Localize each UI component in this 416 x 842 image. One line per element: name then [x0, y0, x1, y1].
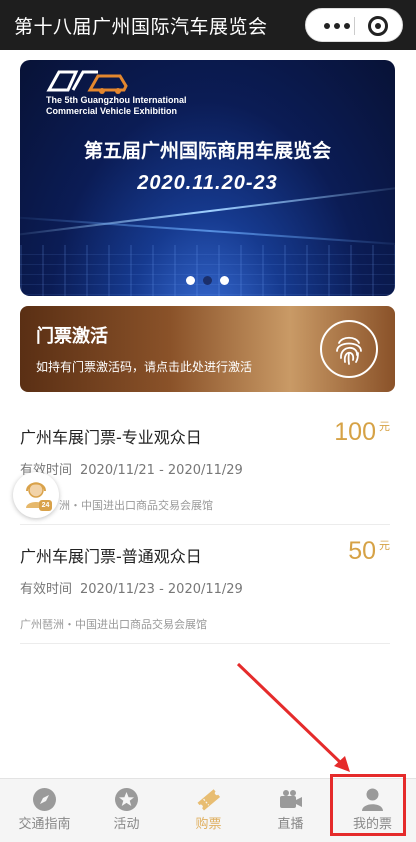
close-miniprogram-icon[interactable] — [368, 16, 388, 36]
tab-activities[interactable]: 活动 — [85, 779, 168, 842]
ticket-icon — [197, 789, 221, 811]
carousel-dot[interactable] — [220, 276, 229, 285]
ticket-valid-period: 有效时间 2020/11/21 - 2020/11/29 — [20, 463, 243, 478]
service-hours-badge: 24 — [39, 500, 52, 511]
divider — [20, 524, 390, 525]
tab-buy-tickets[interactable]: 购票 — [167, 779, 250, 842]
ticket-location: 洲・中国进出口商品交易会展馆 — [59, 499, 213, 512]
video-icon — [280, 790, 302, 808]
carousel-dot[interactable] — [186, 276, 195, 285]
banner-chinese-title: 第五届广州国际商用车展览会 — [83, 140, 331, 162]
banner-english-title: The 5th Guangzhou International Commerci… — [46, 95, 187, 116]
ticket-price: 100 元 — [334, 418, 390, 446]
page-title: 第十八届广州国际汽车展览会 — [14, 16, 268, 38]
annotation-highlight-box — [330, 774, 406, 836]
carousel-dot[interactable] — [203, 276, 212, 285]
activation-description: 如持有门票激活码，请点击此处进行激活 — [36, 360, 253, 374]
activation-title: 门票激活 — [36, 326, 108, 347]
divider — [20, 643, 390, 644]
banner-date: 2020.11.20-23 — [137, 172, 278, 194]
fingerprint-icon — [320, 320, 378, 378]
compass-icon — [33, 788, 56, 811]
capsule-divider — [354, 17, 355, 35]
tab-traffic-guide[interactable]: 交通指南 — [3, 779, 86, 842]
miniprogram-capsule — [305, 8, 403, 42]
ticket-item[interactable]: 广州车展门票-专业观众日 100 元 有效时间 2020/11/21 - 2020/… — [20, 418, 390, 525]
promo-banner[interactable]: The 5th Guangzhou International Commerci… — [20, 60, 395, 296]
ticket-title: 广州车展门票-普通观众日 — [20, 547, 202, 566]
ticket-location: 广州琶洲・中国进出口商品交易会展馆 — [20, 618, 207, 631]
truck-logo-icon — [46, 70, 128, 94]
ticket-price: 50 元 — [348, 537, 390, 565]
ticket-item[interactable]: 广州车展门票-普通观众日 50 元 有效时间 2020/11/23 - 2020/1… — [20, 537, 390, 644]
tab-live[interactable]: 直播 — [249, 779, 332, 842]
app-header: 第十八届广州国际汽车展览会 — [0, 0, 416, 50]
star-icon — [115, 788, 138, 811]
ticket-activation-card[interactable]: 门票激活 如持有门票激活码，请点击此处进行激活 — [20, 306, 395, 392]
ticket-title: 广州车展门票-专业观众日 — [20, 428, 202, 447]
carousel-indicator — [186, 276, 232, 286]
ticket-valid-period: 有效时间 2020/11/23 - 2020/11/29 — [20, 582, 243, 597]
more-menu-icon[interactable] — [322, 20, 352, 32]
customer-service-button[interactable]: 24 — [13, 472, 59, 518]
